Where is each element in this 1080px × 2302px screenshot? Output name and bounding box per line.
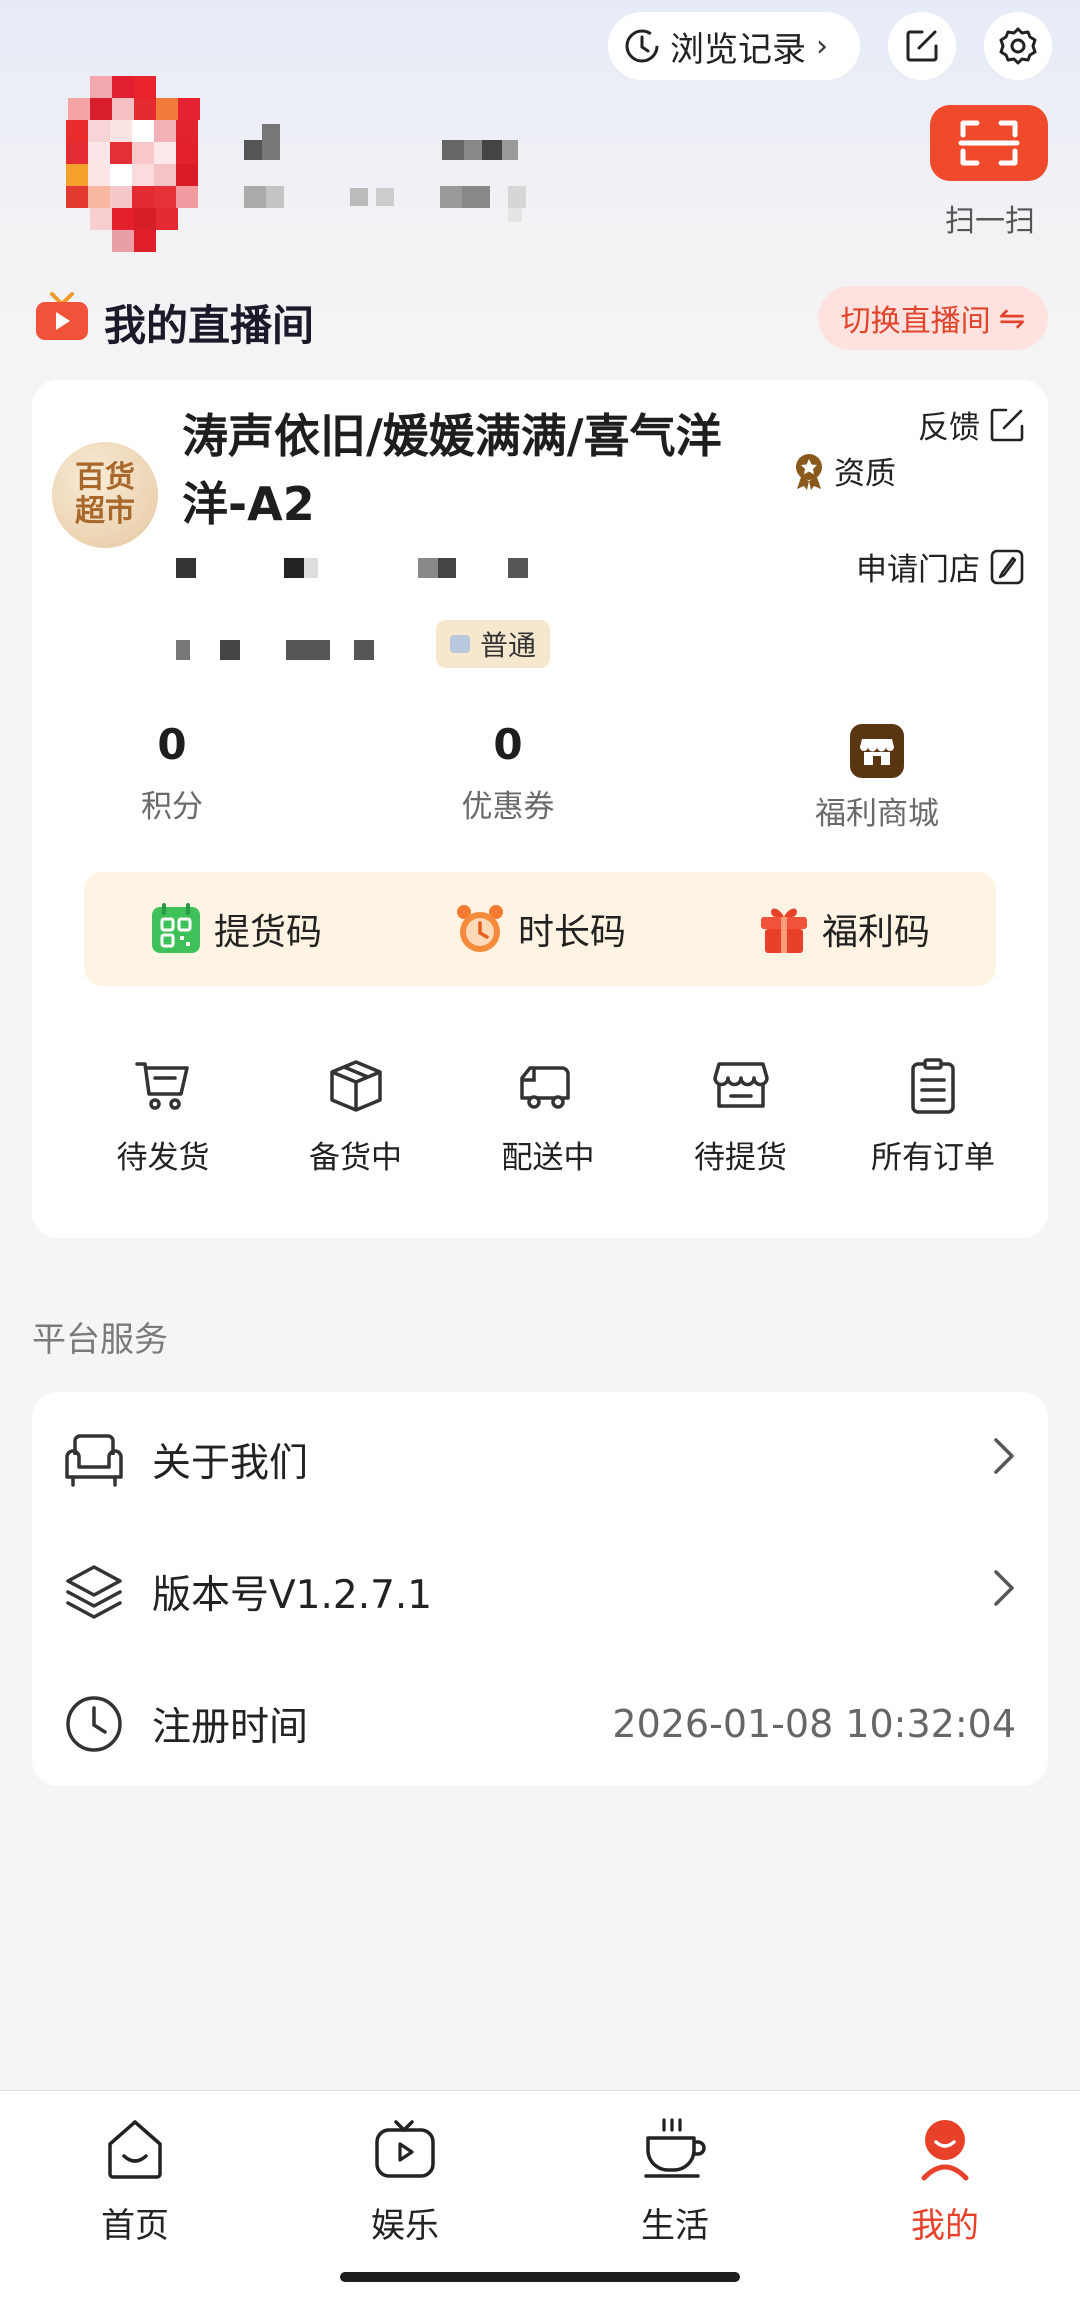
edit-icon bbox=[990, 408, 1024, 441]
about-us-row[interactable]: 关于我们 bbox=[32, 1394, 1048, 1526]
pickup-code-button[interactable]: 提货码 bbox=[150, 903, 322, 955]
version-label: 版本号V1.2.7.1 bbox=[152, 1573, 433, 1618]
apply-store-label: 申请门店 bbox=[856, 552, 980, 588]
order-awaiting-pickup[interactable]: 待提货 bbox=[666, 1058, 816, 1177]
live-room-title: 我的直播间 bbox=[104, 301, 315, 350]
settings-button[interactable] bbox=[984, 12, 1052, 80]
nav-life[interactable]: 生活 bbox=[585, 2116, 765, 2247]
nav-home[interactable]: 首页 bbox=[45, 2116, 225, 2247]
home-icon bbox=[108, 2120, 162, 2179]
chevron-right-icon bbox=[992, 1568, 1016, 1617]
order-status-row: 待发货 备货中 配送中 待提货 所有订单 bbox=[88, 1058, 1008, 1177]
order-preparing-label: 备货中 bbox=[309, 1140, 402, 1176]
chevron-right-icon bbox=[992, 1436, 1016, 1485]
nav-mine-label: 我的 bbox=[911, 2206, 979, 2246]
points-stat[interactable]: 0 积分 bbox=[82, 720, 262, 826]
nav-entertainment-label: 娱乐 bbox=[371, 2206, 439, 2246]
order-delivering-label: 配送中 bbox=[501, 1140, 595, 1176]
nav-life-label: 生活 bbox=[641, 2206, 709, 2246]
clock-icon bbox=[62, 1692, 126, 1756]
about-us-label: 关于我们 bbox=[152, 1441, 309, 1486]
store-name: 涛声依旧/媛媛满满/喜气洋洋-A2 bbox=[182, 409, 722, 531]
member-level-badge: 普通 bbox=[436, 620, 551, 668]
nav-home-label: 首页 bbox=[101, 2206, 169, 2246]
swap-arrows-icon: ⇋ bbox=[998, 299, 1026, 337]
store-icon bbox=[712, 1062, 769, 1108]
order-pending-shipment-label: 待发货 bbox=[116, 1140, 210, 1176]
home-indicator bbox=[340, 2272, 740, 2282]
welfare-code-button[interactable]: 福利码 bbox=[758, 903, 930, 955]
obscured-user-info bbox=[240, 120, 540, 234]
gear-icon bbox=[999, 27, 1037, 65]
order-awaiting-pickup-label: 待提货 bbox=[694, 1140, 787, 1176]
pickup-code-label: 提货码 bbox=[213, 912, 322, 953]
welfare-mall-label: 福利商城 bbox=[815, 796, 939, 832]
sofa-icon bbox=[62, 1428, 126, 1492]
order-pending-shipment[interactable]: 待发货 bbox=[88, 1058, 238, 1177]
register-time-label: 注册时间 bbox=[152, 1705, 309, 1750]
tv-icon bbox=[375, 2120, 435, 2178]
gift-icon bbox=[760, 908, 807, 953]
platform-services-title: 平台服务 bbox=[32, 1320, 168, 1360]
nav-mine[interactable]: 我的 bbox=[855, 2116, 1035, 2247]
apply-store-button[interactable]: 申请门店 bbox=[856, 544, 1024, 589]
qr-code-icon bbox=[151, 903, 200, 953]
scan-label: 扫一扫 bbox=[945, 204, 1035, 239]
store-logo-line1: 百货 bbox=[75, 460, 135, 495]
history-icon bbox=[625, 29, 659, 63]
duration-code-label: 时长码 bbox=[517, 912, 626, 953]
register-time-row: 注册时间 2026-01-08 10:32:04 bbox=[32, 1658, 1048, 1790]
cart-icon bbox=[135, 1062, 189, 1110]
coffee-cup-icon bbox=[644, 2118, 706, 2178]
coupons-value: 0 bbox=[493, 720, 523, 769]
scan-icon bbox=[958, 120, 1020, 166]
switch-live-room-button[interactable]: 切换直播间 ⇋ bbox=[818, 286, 1048, 350]
welfare-mall-button[interactable]: 福利商城 bbox=[782, 724, 972, 833]
order-delivering[interactable]: 配送中 bbox=[473, 1058, 623, 1177]
version-row[interactable]: 版本号V1.2.7.1 bbox=[32, 1526, 1048, 1658]
mall-store-icon bbox=[850, 724, 904, 778]
member-level-label: 普通 bbox=[480, 629, 537, 662]
avatar[interactable] bbox=[66, 76, 222, 254]
edit-icon bbox=[906, 30, 938, 62]
order-all[interactable]: 所有订单 bbox=[858, 1058, 1008, 1177]
switch-live-room-label: 切换直播间 bbox=[840, 304, 991, 339]
points-label: 积分 bbox=[141, 789, 203, 825]
coupons-stat[interactable]: 0 优惠券 bbox=[418, 720, 598, 826]
qualification-button[interactable]: 资质 bbox=[790, 448, 896, 493]
store-logo[interactable]: 百货 超市 bbox=[52, 442, 158, 548]
truck-icon bbox=[520, 1066, 570, 1109]
code-bar: 提货码 时长码 福利码 bbox=[84, 872, 996, 986]
qualification-label: 资质 bbox=[834, 456, 896, 492]
coupons-label: 优惠券 bbox=[461, 789, 555, 825]
order-preparing[interactable]: 备货中 bbox=[281, 1058, 431, 1177]
profile-icon bbox=[921, 2120, 969, 2181]
nav-entertainment[interactable]: 娱乐 bbox=[315, 2116, 495, 2247]
medal-icon bbox=[796, 453, 822, 490]
alarm-clock-icon bbox=[456, 905, 503, 952]
level-icon bbox=[450, 635, 470, 653]
duration-code-button[interactable]: 时长码 bbox=[454, 903, 626, 955]
points-value: 0 bbox=[157, 720, 187, 769]
edit-square-icon bbox=[990, 549, 1024, 584]
feedback-label: 反馈 bbox=[918, 410, 980, 446]
live-tv-icon bbox=[34, 292, 90, 342]
layers-icon bbox=[62, 1560, 126, 1624]
feedback-button[interactable]: 反馈 bbox=[918, 402, 1026, 447]
order-all-label: 所有订单 bbox=[871, 1140, 995, 1176]
browse-history-label: 浏览记录 bbox=[670, 29, 806, 70]
box-icon bbox=[329, 1060, 382, 1112]
welfare-code-label: 福利码 bbox=[821, 912, 930, 953]
scan-button[interactable] bbox=[930, 105, 1048, 181]
store-logo-line2: 超市 bbox=[75, 494, 135, 529]
edit-button[interactable] bbox=[888, 12, 956, 80]
browse-history-button[interactable]: 浏览记录 › bbox=[608, 12, 860, 80]
chevron-right-icon: › bbox=[816, 28, 828, 64]
clipboard-icon bbox=[911, 1058, 955, 1114]
register-time-value: 2026-01-08 10:32:04 bbox=[612, 1702, 1016, 1746]
